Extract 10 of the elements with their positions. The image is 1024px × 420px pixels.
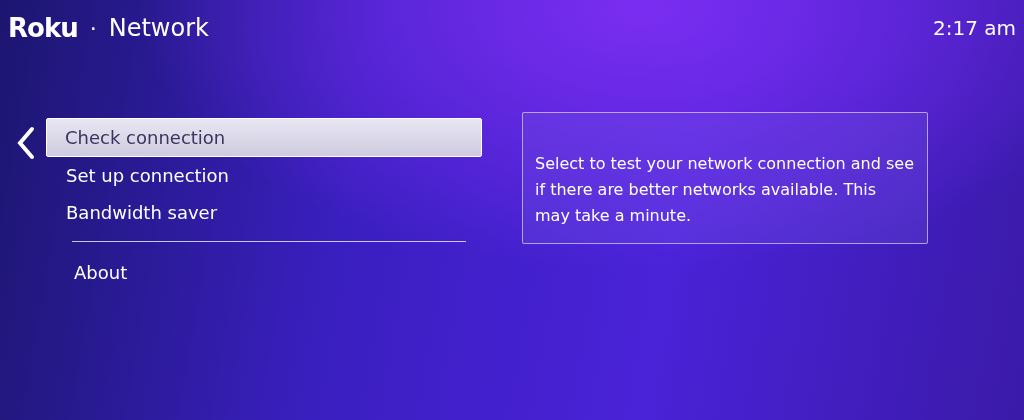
clock-time: 2:17 am [933,16,1016,40]
menu-item[interactable]: Bandwidth saver [46,194,482,231]
menu-item[interactable]: Check connection [46,118,482,157]
separator: · [89,15,97,41]
back-chevron-icon[interactable] [16,126,36,160]
description-panel: Select to test your network connection and see if there are better networks available. This may take a minute. [522,112,928,244]
page-title: Network [108,14,209,42]
menu-item[interactable]: Set up connection [46,157,482,194]
menu-item[interactable]: About [72,254,466,291]
logo: Roku [8,13,78,43]
